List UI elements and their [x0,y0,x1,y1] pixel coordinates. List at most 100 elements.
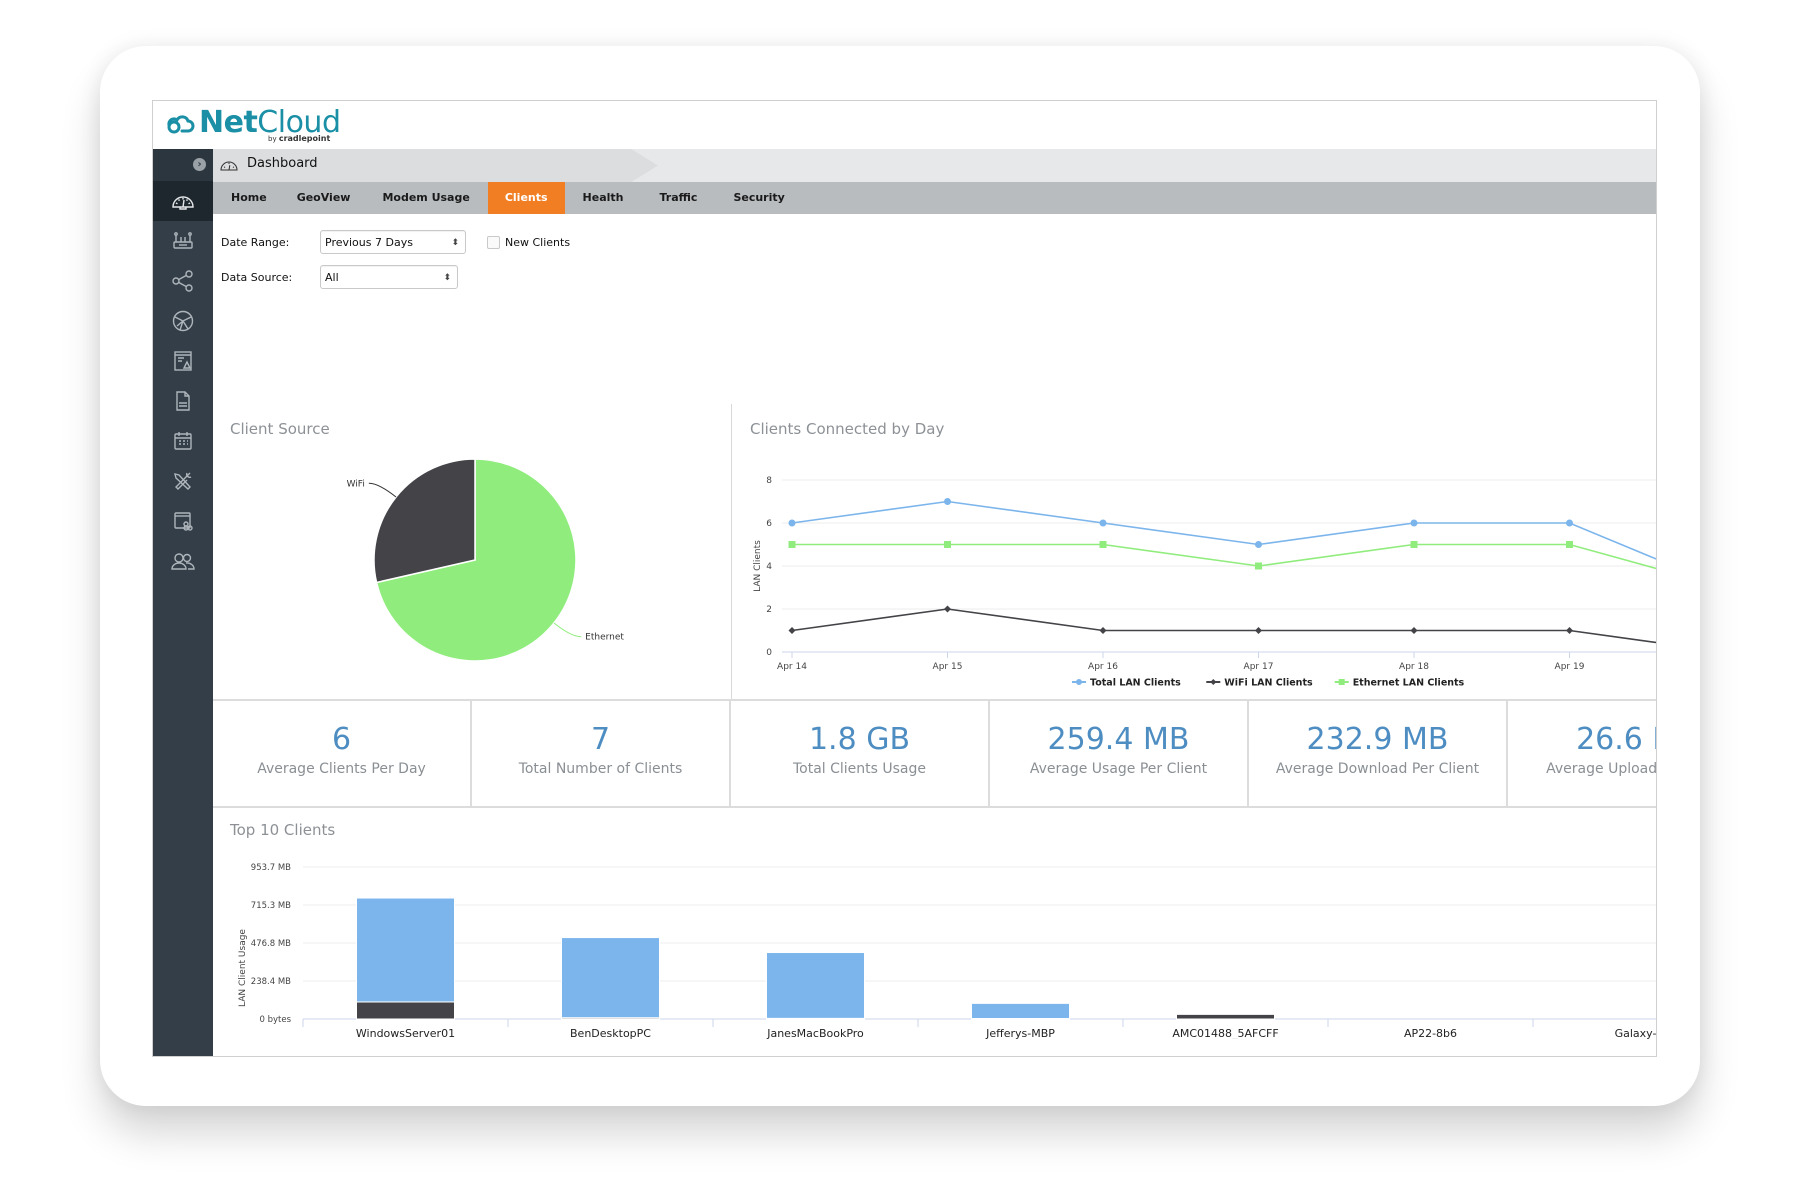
x-tick-label: BenDesktopPC [570,1027,651,1039]
y-tick-label: 4 [766,562,772,572]
data-point [1099,519,1107,527]
router-devices-icon [173,232,193,249]
date-range-value: Previous 7 Days [325,236,413,249]
globe-network-icon [172,310,194,332]
data-point [1255,627,1262,634]
data-source-value: All [325,271,339,284]
legend-label: Total LAN Clients [1090,678,1181,689]
x-tick-label: JanesMacBookPro [766,1027,864,1039]
data-point [1099,541,1107,548]
legend-marker [1076,679,1082,685]
stat-label: Average Download Per Client [1275,761,1480,777]
data-point [1410,519,1418,527]
sidebar: › [153,149,213,1056]
stat-value: 1.8 GB [808,722,911,757]
dashboard-tabs: Home GeoView Modem Usage Clients Health … [213,182,1656,214]
stat-card: 232.9 MB Average Download Per Client [1249,701,1508,806]
breadcrumb[interactable]: Dashboard [213,149,658,182]
data-point [1255,562,1262,570]
tab-health[interactable]: Health [565,182,642,214]
x-tick-label: Apr 16 [1088,662,1118,672]
breadcrumb-bar: Dashboard [213,149,1656,182]
stat-value: 6 [331,722,352,757]
sidebar-item-dashboard[interactable] [153,181,213,221]
y-tick-label: 238.4 MB [251,977,291,987]
stat-card: 7 Total Number of Clients [472,701,731,806]
bar-upload [356,1001,455,1020]
stat-card: 1.8 GB Total Clients Usage [731,701,990,806]
legend-item[interactable]: Ethernet LAN Clients [1334,678,1465,689]
alerts-report-icon [174,351,192,371]
tab-clients[interactable]: Clients [487,182,565,214]
sidebar-item-networks[interactable] [153,261,213,301]
tab-home[interactable]: Home [213,182,283,214]
y-tick-label: 6 [766,519,772,529]
x-tick-label: Jefferys-MBP [985,1027,1055,1039]
data-point [944,541,951,548]
line-series-wifi-lan-clients [791,608,1656,644]
stat-label: Total Number of Clients [518,761,683,777]
clients-dashboard: Date Range: Previous 7 Days ⬍ New Client… [213,214,1656,1056]
data-point [1255,541,1262,548]
breadcrumb-label: Dashboard [247,156,318,171]
tab-modem-usage[interactable]: Modem Usage [368,182,487,214]
tab-traffic[interactable]: Traffic [642,182,716,214]
new-clients-label[interactable]: New Clients [505,236,570,249]
date-range-select[interactable]: Previous 7 Days ⬍ [320,230,466,254]
tab-security[interactable]: Security [715,182,802,214]
pie-connector [553,622,582,638]
x-tick-label: Apr 15 [933,662,963,672]
data-point [1410,627,1418,634]
y-axis-label: LAN Client Usage [238,929,248,1007]
sidebar-item-marketplace[interactable] [153,501,213,541]
cloud-link-icon [167,114,195,133]
pie-label: WiFi [347,479,365,489]
x-tick-label: Apr 14 [777,662,807,672]
dashboard-gauge-icon [172,196,194,210]
data-point [944,605,951,613]
sidebar-item-devices[interactable] [153,221,213,261]
legend-item[interactable]: Total LAN Clients [1072,678,1181,689]
users-icon [171,553,195,570]
y-tick-label: 953.7 MB [251,863,291,873]
legend-item[interactable]: WiFi LAN Clients [1206,678,1313,689]
data-point [788,519,796,527]
data-point [1566,541,1573,548]
y-tick-label: 8 [766,476,772,486]
bar-download [766,952,865,1019]
logo-subtitle: by cradlepoint [268,134,330,143]
select-arrows-icon: ⬍ [443,273,451,283]
chevron-right-icon[interactable]: › [193,158,206,171]
stat-label: Average Clients Per Day [257,761,426,777]
apps-marketplace-icon [174,512,193,531]
data-point [944,498,951,505]
clients-by-day-line-chart: 0 2 4 6 8 LAN Clients Apr 14 Apr 15 Apr 16 Apr 17… [753,476,1656,689]
stat-card: 26.6 MB Average Upload Per Client [1508,701,1656,806]
sidebar-item-tools[interactable] [153,461,213,501]
tools-icon [174,472,192,490]
data-point [788,627,796,634]
logo-text-bold: Net [199,105,258,140]
data-source-select[interactable]: All ⬍ [320,265,458,289]
legend-label: WiFi LAN Clients [1224,678,1313,689]
stat-value: 232.9 MB [1306,722,1449,757]
sidebar-item-reports[interactable] [153,381,213,421]
stat-card: 6 Average Clients Per Day [213,701,472,806]
filter-panel: Date Range: Previous 7 Days ⬍ New Client… [213,214,813,294]
legend-label: Ethernet LAN Clients [1353,678,1465,689]
bar-download [356,897,455,1003]
pie-connector [368,482,397,498]
top-clients-title: Top 10 Clients [230,821,336,839]
stat-value: 259.4 MB [1047,722,1190,757]
sidebar-item-global[interactable] [153,301,213,341]
sidebar-item-alerts[interactable] [153,341,213,381]
new-clients-checkbox[interactable] [487,236,500,249]
logo-sub-brand: cradlepoint [278,134,331,143]
sidebar-toggle[interactable]: › [153,149,213,181]
sidebar-item-scheduler[interactable] [153,421,213,461]
data-point [1410,541,1418,548]
tab-geoview[interactable]: GeoView [283,182,369,214]
x-tick-label: Apr 18 [1399,662,1429,672]
sidebar-item-accounts[interactable] [153,541,213,581]
date-range-label: Date Range: [221,236,290,249]
